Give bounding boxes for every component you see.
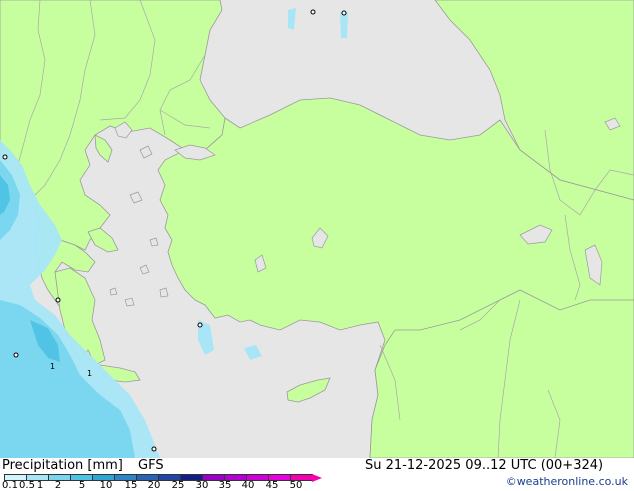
marker-2 [341, 10, 347, 16]
marker-7 [151, 446, 157, 452]
map-panel: 1 1 [0, 0, 634, 459]
scale-label: 20 [147, 480, 161, 491]
scale-label: 50 [289, 480, 303, 491]
scale-label: 40 [241, 480, 255, 491]
scale-label: 0.5 [19, 480, 35, 491]
credit-link[interactable]: ©weatheronline.co.uk [506, 475, 628, 488]
marker-label-1: 1 [50, 362, 55, 371]
marker-6 [13, 352, 19, 358]
marker-5 [197, 322, 203, 328]
legend-footer: Precipitation [mm] GFS Su 21-12-2025 09.… [0, 458, 634, 491]
scale-label: 5 [78, 480, 86, 491]
scale-label: 15 [124, 480, 138, 491]
scale-label: 35 [218, 480, 232, 491]
marker-label-2: 1 [87, 369, 92, 378]
marker-1 [310, 9, 316, 15]
scale-label: 45 [265, 480, 279, 491]
scale-arrow [312, 474, 322, 482]
scale-label: 1 [36, 480, 44, 491]
legend-title: Precipitation [mm] [2, 458, 123, 473]
scale-label: 25 [171, 480, 185, 491]
marker-3 [2, 154, 8, 160]
scale-label: 30 [195, 480, 209, 491]
precip-black-sea-2 [340, 12, 348, 38]
marker-4 [55, 297, 61, 303]
scale-label: 0.1 [2, 480, 18, 491]
legend-valid-time: Su 21-12-2025 09..12 UTC (00+324) [365, 458, 604, 473]
map-svg: 1 1 [0, 0, 634, 459]
scale-label: 10 [99, 480, 113, 491]
legend-model: GFS [138, 458, 164, 473]
scale-label: 2 [54, 480, 62, 491]
